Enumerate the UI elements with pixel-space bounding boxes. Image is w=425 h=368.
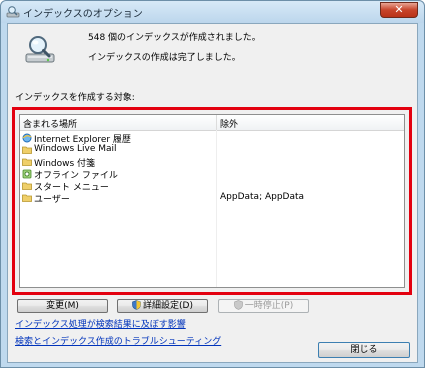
folder-icon [22,182,32,190]
folder-icon [22,194,32,202]
modify-button[interactable]: 変更(M) [17,299,108,313]
advanced-button-label: 詳細設定(D) [143,301,193,311]
list-item[interactable]: オフライン ファイル [22,168,402,181]
included-locations-label: インデックスを作成する対象: [15,93,135,103]
folder-icon [22,158,32,166]
modify-button-label: 変更(M) [46,301,79,311]
indexing-effects-link[interactable]: インデックス処理が検索結果に及ぼす影響 [15,317,186,330]
magnifier-drive-icon [25,36,55,63]
troubleshoot-link[interactable]: 検索とインデックス作成のトラブルシューティング [15,334,221,347]
offline-files-icon [22,169,32,179]
column-separator[interactable] [216,115,217,130]
column-header-exclude[interactable]: 除外 [220,117,238,130]
advanced-button[interactable]: 詳細設定(D) [117,299,208,313]
list-item[interactable]: スタート メニュー [22,180,402,193]
list-item[interactable]: Windows Live Mail [22,144,402,156]
folder-icon [22,146,32,154]
list-item[interactable]: ユーザー AppData; AppData [22,192,402,205]
column-header-included[interactable]: 含まれる場所 [23,117,77,130]
pause-button-label: 一時停止(P) [244,301,294,311]
close-button-label: 閉じる [350,345,378,355]
uac-shield-icon [132,300,141,310]
close-window-button[interactable]: ✕ [380,2,418,18]
included-locations-list[interactable]: 含まれる場所 除外 Internet Explorer 履歴 Windows L… [19,114,405,288]
indexing-complete-text: インデックスの作成は完了しました。 [88,53,241,63]
list-item[interactable]: Windows 付箋 [22,156,402,169]
location-exclusions: AppData; AppData [220,192,305,202]
list-header: 含まれる場所 除外 [20,115,404,131]
location-name: ユーザー [34,195,70,205]
pause-button[interactable]: 一時停止(P) [218,299,309,313]
dialog-body: 548 個のインデックスが作成されました。 インデックスの作成は完了しました。 … [7,23,418,363]
window-title: インデックスのオプション [23,9,143,20]
title-bar[interactable]: インデックスのオプション ✕ [1,1,424,23]
indexing-options-icon [6,6,20,18]
uac-shield-icon [233,300,243,310]
highlight-frame: 含まれる場所 除外 Internet Explorer 履歴 Windows L… [12,107,412,295]
indexed-count-text: 548 個のインデックスが作成されました。 [88,33,261,43]
indexing-options-window: インデックスのオプション ✕ 548 個のインデックスが作成されました。 インデ… [0,0,425,368]
close-button[interactable]: 閉じる [318,342,410,358]
ie-history-icon [22,133,32,143]
location-name: Windows Live Mail [34,144,117,154]
close-icon: ✕ [394,3,404,16]
list-item[interactable]: Internet Explorer 履歴 [22,132,402,145]
